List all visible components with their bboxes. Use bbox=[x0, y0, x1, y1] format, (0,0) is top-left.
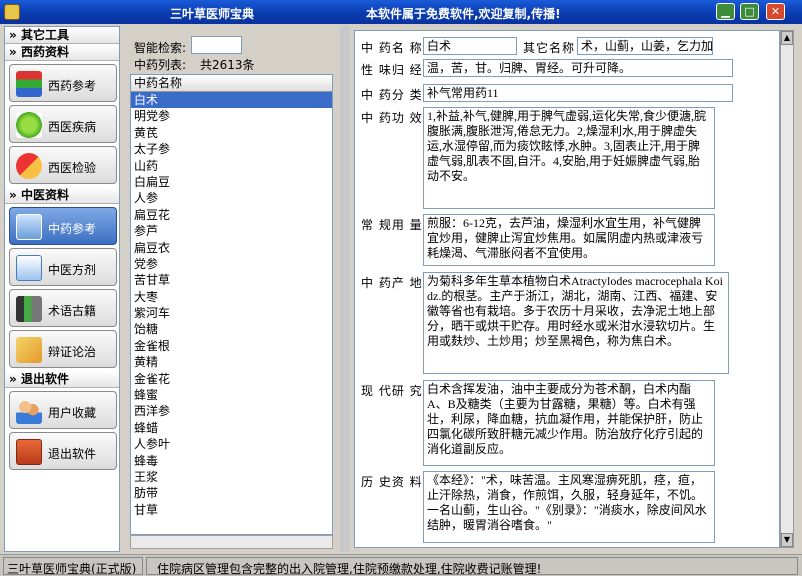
western-disease-button[interactable]: 西医疾病 bbox=[9, 105, 117, 143]
chinese-herb-reference-button[interactable]: 中药参考 bbox=[9, 207, 117, 245]
herb-list-item[interactable]: 饴糖 bbox=[131, 321, 332, 337]
herb-list-item[interactable]: 紫河车 bbox=[131, 305, 332, 321]
maximize-button[interactable]: □ bbox=[740, 3, 759, 20]
herb-list-item[interactable]: 大枣 bbox=[131, 289, 332, 305]
prescription-icon bbox=[16, 255, 42, 281]
dosage-field[interactable]: 煎服：6-12克，去芦油，燥湿利水宜生用，补气健脾宜炒用，健脾止泻宜炒焦用。如属… bbox=[423, 214, 715, 266]
herb-list-item[interactable]: 金雀花 bbox=[131, 371, 332, 387]
herb-list-item[interactable]: 王浆 bbox=[131, 469, 332, 485]
herb-list-item[interactable]: 扁豆衣 bbox=[131, 240, 332, 256]
herb-category-field[interactable]: 补气常用药11 bbox=[423, 84, 733, 102]
terminology-classics-button[interactable]: 术语古籍 bbox=[9, 289, 117, 327]
western-lab-test-button[interactable]: 西医检验 bbox=[9, 146, 117, 184]
herb-list-horizontal-scrollbar[interactable] bbox=[130, 535, 333, 549]
nature-meridian-label: 性 味归 经 bbox=[361, 63, 423, 77]
history-field[interactable]: 《本经》："术，味苦温。主风寒湿痹死肌，痉，疸，止汗除热，消食，作煎饵，久服，轻… bbox=[423, 471, 715, 543]
exit-software-button[interactable]: 退出软件 bbox=[9, 432, 117, 470]
modern-research-label: 现 代研 究 bbox=[361, 384, 423, 398]
herb-origin-label: 中 药产 地 bbox=[361, 276, 423, 290]
syndrome-treatment-button[interactable]: 辩证论治 bbox=[9, 330, 117, 368]
herb-list-item[interactable]: 白扁豆 bbox=[131, 174, 332, 190]
section-exit-software[interactable]: » 退出软件 bbox=[5, 371, 119, 388]
close-button[interactable]: ✕ bbox=[766, 3, 785, 20]
banner-text: 本软件属于免费软件,欢迎复制,传播! bbox=[366, 7, 561, 21]
app-title: 三叶草医师宝典 bbox=[170, 7, 255, 21]
herb-name-field[interactable]: 白术 bbox=[423, 37, 517, 55]
sidebar: » 其它工具 » 西药资料 西药参考 西医疾病 西医检验 » 中医资料 中药参考… bbox=[4, 26, 120, 552]
herb-count-label: 中药列表: bbox=[134, 58, 187, 72]
search-label: 智能检索: bbox=[134, 41, 187, 55]
herb-category-label: 中 药分 类 bbox=[361, 88, 423, 102]
herb-list-item[interactable]: 蜂蜡 bbox=[131, 420, 332, 436]
herb-effect-label: 中 药功 效 bbox=[361, 111, 423, 125]
status-app-edition: 三叶草医师宝典(正式版) bbox=[3, 557, 143, 575]
detail-vertical-scrollbar[interactable]: ▲ ▼ bbox=[780, 30, 794, 548]
herb-detail-panel: 中 药名 称 白术 其它名称 术，山蓟，山姜，乞力加， 性 味归 经 温，苦，甘… bbox=[354, 30, 780, 548]
books-icon bbox=[16, 71, 42, 97]
herb-list[interactable]: 中药名称 白术 明党参 黄芪 太子参 山药 白扁豆 人参 扁豆花 参芦 扁豆衣 党参 苦甘草 大枣 紫河车… bbox=[130, 74, 333, 535]
herb-list-item[interactable]: 扁豆花 bbox=[131, 207, 332, 223]
search-panel: 智能检索: 中药列表: 共2613条 bbox=[124, 26, 349, 74]
search-input[interactable] bbox=[191, 36, 242, 54]
scroll-up-icon[interactable]: ▲ bbox=[781, 31, 793, 45]
users-icon bbox=[16, 398, 42, 424]
herb-list-item[interactable]: 金雀根 bbox=[131, 338, 332, 354]
herb-list-item[interactable]: 西洋参 bbox=[131, 403, 332, 419]
herb-list-item[interactable]: 蜂毒 bbox=[131, 453, 332, 469]
scroll-down-icon[interactable]: ▼ bbox=[781, 533, 793, 547]
section-western-medicine[interactable]: » 西药资料 bbox=[5, 44, 119, 61]
status-message: 住院病区管理包含完整的出入院管理,住院预缴款处理,住院收费记账管理! bbox=[146, 557, 798, 575]
herb-list-item[interactable]: 山药 bbox=[131, 158, 332, 174]
user-favorites-button[interactable]: 用户收藏 bbox=[9, 391, 117, 429]
pill-icon bbox=[16, 112, 42, 138]
dosage-label: 常 规用 量 bbox=[361, 218, 423, 232]
section-other-tools[interactable]: » 其它工具 bbox=[5, 27, 119, 44]
herb-list-item[interactable]: 黄芪 bbox=[131, 125, 332, 141]
herb-list-item[interactable]: 人参 bbox=[131, 190, 332, 206]
herb-list-item[interactable]: 党参 bbox=[131, 256, 332, 272]
herb-effect-field[interactable]: 1,补益,补气,健脾,用于脾气虚弱,运化失常,食少便溏,脘腹胀满,腹胀泄泻,倦怠… bbox=[423, 107, 715, 209]
herb-list-item[interactable]: 苦甘草 bbox=[131, 272, 332, 288]
herb-box-icon bbox=[16, 214, 42, 240]
ancient-book-icon bbox=[16, 296, 42, 322]
herb-list-item[interactable]: 太子参 bbox=[131, 141, 332, 157]
nature-meridian-field[interactable]: 温，苦，甘。归脾、胃经。可升可降。 bbox=[423, 59, 733, 77]
herb-list-item[interactable]: 甘草 bbox=[131, 502, 332, 518]
scroll-icon bbox=[16, 337, 42, 363]
herb-name-label: 中 药名 称 bbox=[361, 41, 423, 55]
herb-alias-field[interactable]: 术，山蓟，山姜，乞力加， bbox=[577, 37, 713, 55]
chinese-prescription-button[interactable]: 中医方剂 bbox=[9, 248, 117, 286]
herb-origin-field[interactable]: 为菊科多年生草本植物白术Atractylodes macrocephala Ko… bbox=[423, 272, 729, 374]
herb-list-item[interactable]: 蜂蜜 bbox=[131, 387, 332, 403]
herb-count-value: 共2613条 bbox=[200, 58, 255, 72]
app-icon bbox=[4, 4, 20, 20]
herb-list-header[interactable]: 中药名称 bbox=[131, 75, 332, 92]
title-bar: 三叶草医师宝典 本软件属于免费软件,欢迎复制,传播! ▁ □ ✕ bbox=[0, 0, 802, 24]
panel-splitter[interactable] bbox=[340, 26, 350, 552]
history-label: 历 史资 料 bbox=[361, 475, 423, 489]
herb-list-item[interactable]: 参芦 bbox=[131, 223, 332, 239]
section-chinese-medicine[interactable]: » 中医资料 bbox=[5, 187, 119, 204]
status-bar: 三叶草医师宝典(正式版) 住院病区管理包含完整的出入院管理,住院预缴款处理,住院… bbox=[0, 554, 802, 576]
herb-list-item[interactable]: 黄精 bbox=[131, 354, 332, 370]
herb-alias-label: 其它名称 bbox=[523, 41, 576, 55]
herb-list-item[interactable]: 白术 bbox=[131, 92, 332, 109]
modern-research-field[interactable]: 白术含挥发油，油中主要成分为苍术酮，白术内酯A、B及糖类（主要为甘露糖，果糖）等… bbox=[423, 380, 715, 466]
western-drug-reference-button[interactable]: 西药参考 bbox=[9, 64, 117, 102]
herb-list-item[interactable]: 人参叶 bbox=[131, 436, 332, 452]
capsule-icon bbox=[16, 153, 42, 179]
minimize-button[interactable]: ▁ bbox=[716, 3, 735, 20]
herb-list-item[interactable]: 肪带 bbox=[131, 485, 332, 501]
herb-list-rows: 白术 明党参 黄芪 太子参 山药 白扁豆 人参 扁豆花 参芦 扁豆衣 党参 苦甘草 大枣 紫河车 饴糖 金雀根… bbox=[131, 92, 332, 518]
exit-door-icon bbox=[16, 439, 42, 465]
herb-list-item[interactable]: 明党参 bbox=[131, 108, 332, 124]
